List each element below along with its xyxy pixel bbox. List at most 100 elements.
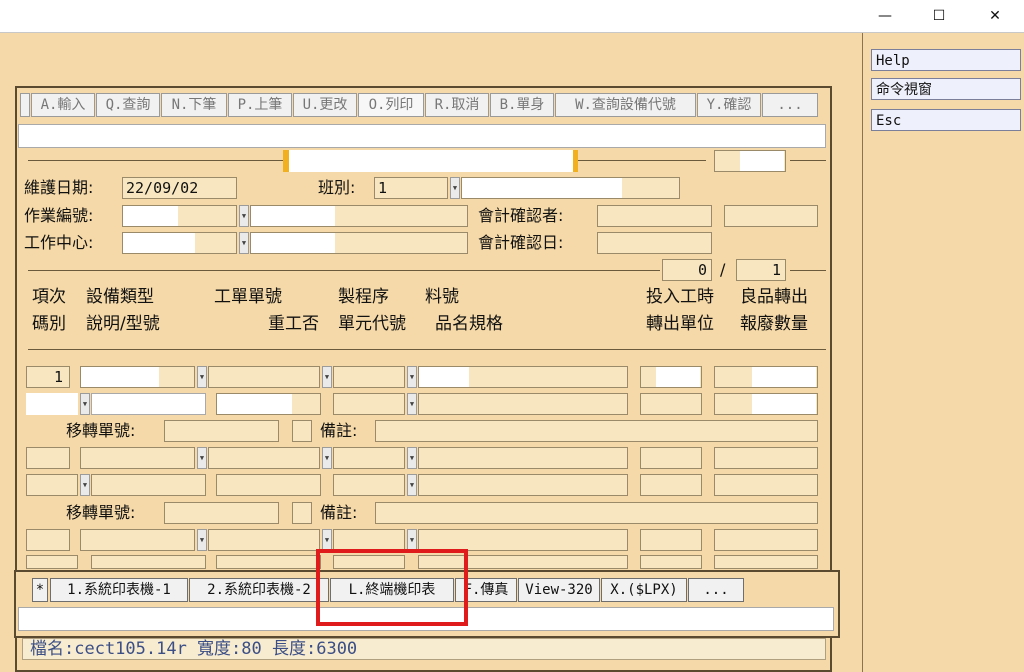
help-button[interactable]: Help <box>871 49 1021 71</box>
equip-type-dropdown-icon[interactable]: ▼ <box>197 366 207 388</box>
minimize-icon[interactable]: — <box>862 4 908 28</box>
work-order-input[interactable] <box>208 529 320 551</box>
work-order-input[interactable] <box>208 447 320 469</box>
shift-dropdown-icon[interactable]: ▼ <box>450 177 460 199</box>
unit-code-input[interactable] <box>333 474 405 496</box>
work-center-dropdown-icon[interactable]: ▼ <box>239 232 249 254</box>
process-dropdown-icon[interactable]: ▼ <box>407 366 417 388</box>
close-icon[interactable]: ✕ <box>972 4 1018 28</box>
shift-input[interactable]: 1 <box>374 177 448 199</box>
work-order-dropdown-icon[interactable]: ▼ <box>322 447 332 469</box>
rework-input[interactable] <box>216 555 321 569</box>
next-record-button[interactable]: N.下筆 <box>161 93 227 117</box>
divider-line <box>28 160 284 161</box>
cancel-button[interactable]: R.取消 <box>425 93 489 117</box>
query-button[interactable]: Q.查詢 <box>96 93 160 117</box>
update-button[interactable]: U.更改 <box>293 93 357 117</box>
process-input[interactable] <box>333 366 405 388</box>
system-printer-1-button[interactable]: 1.系統印表機-1 <box>50 578 188 602</box>
input-button[interactable]: A.輸入 <box>31 93 95 117</box>
acct-confirmer-input[interactable] <box>597 205 712 227</box>
process-dropdown-icon[interactable]: ▼ <box>407 529 417 551</box>
col-spec: 品名規格 <box>435 314 503 334</box>
code-dropdown-icon[interactable]: ▼ <box>80 393 90 415</box>
row-item-number[interactable] <box>26 529 70 551</box>
equip-type-dropdown-icon[interactable]: ▼ <box>197 529 207 551</box>
equip-type-dropdown-icon[interactable]: ▼ <box>197 447 207 469</box>
unit-code-dropdown-icon[interactable]: ▼ <box>407 474 417 496</box>
scrap-qty-input[interactable] <box>714 474 818 496</box>
header-title-field[interactable] <box>289 150 575 172</box>
process-input[interactable] <box>333 529 405 551</box>
transfer-flag[interactable] <box>292 420 312 442</box>
acct-confirm-date-input[interactable] <box>597 232 712 254</box>
code-input[interactable] <box>26 555 78 569</box>
title-bar: — ☐ ✕ <box>0 0 1024 33</box>
transfer-unit-input[interactable] <box>640 474 702 496</box>
row-item-number[interactable]: 1 <box>26 366 70 388</box>
desc-model-input[interactable] <box>91 555 206 569</box>
job-desc-value <box>251 206 335 226</box>
more-toolbar-button[interactable]: ... <box>762 93 818 117</box>
system-printer-2-button[interactable]: 2.系統印表機-2 <box>189 578 329 602</box>
highlight-box <box>316 549 468 626</box>
process-input[interactable] <box>333 447 405 469</box>
job-no-label: 作業編號: <box>24 206 94 225</box>
confirm-button[interactable]: Y.確認 <box>697 93 761 117</box>
body-button[interactable]: B.單身 <box>490 93 554 117</box>
good-transfer-input[interactable] <box>714 529 818 551</box>
col-item: 項次 <box>32 287 66 307</box>
code-dropdown-icon[interactable]: ▼ <box>80 474 90 496</box>
maint-date-input[interactable]: 22/09/02 <box>122 177 237 199</box>
col-part-no: 料號 <box>425 287 459 307</box>
divider-line <box>790 270 826 271</box>
part-no-input[interactable] <box>418 447 628 469</box>
col-unit-code: 單元代號 <box>338 314 406 334</box>
remark-input[interactable] <box>375 502 818 524</box>
row-item-number[interactable] <box>26 447 70 469</box>
transfer-flag[interactable] <box>292 502 312 524</box>
code-input[interactable] <box>26 393 78 415</box>
rework-input[interactable] <box>216 474 321 496</box>
equip-type-value <box>81 367 159 387</box>
process-dropdown-icon[interactable]: ▼ <box>407 447 417 469</box>
equip-type-input[interactable] <box>80 529 195 551</box>
more-print-options-button[interactable]: ... <box>688 578 744 602</box>
transfer-no-input[interactable] <box>164 502 279 524</box>
record-current: 0 <box>662 259 712 281</box>
good-transfer-input[interactable] <box>714 447 818 469</box>
divider-line <box>578 160 706 161</box>
part-no-value <box>419 367 469 387</box>
divider-line <box>790 160 826 161</box>
unit-code-input[interactable] <box>333 393 405 415</box>
prev-record-button[interactable]: P.上筆 <box>228 93 292 117</box>
remark-input[interactable] <box>375 420 818 442</box>
transfer-no-input[interactable] <box>164 420 279 442</box>
desc-model-input[interactable] <box>91 474 206 496</box>
print-select-all-button[interactable]: * <box>32 578 48 602</box>
input-hours-input[interactable] <box>640 529 702 551</box>
print-button[interactable]: O.列印 <box>358 93 424 117</box>
esc-button[interactable]: Esc <box>871 109 1021 131</box>
work-order-dropdown-icon[interactable]: ▼ <box>322 366 332 388</box>
scrap-qty-input[interactable] <box>714 555 818 569</box>
input-hours-value <box>656 367 700 387</box>
transfer-unit-input[interactable] <box>640 555 702 569</box>
part-no-input[interactable] <box>418 529 628 551</box>
maximize-icon[interactable]: ☐ <box>916 4 962 28</box>
view-button[interactable]: View-320 <box>518 578 600 602</box>
equipment-query-button[interactable]: W.查詢設備代號 <box>555 93 696 117</box>
code-input[interactable] <box>26 474 78 496</box>
equip-type-input[interactable] <box>80 447 195 469</box>
work-order-dropdown-icon[interactable]: ▼ <box>322 529 332 551</box>
input-hours-input[interactable] <box>640 447 702 469</box>
command-window-button[interactable]: 命令視窗 <box>871 78 1021 100</box>
desc-model-input[interactable] <box>91 393 206 415</box>
accent-right <box>573 150 578 172</box>
job-no-dropdown-icon[interactable]: ▼ <box>239 205 249 227</box>
col-transfer-unit: 轉出單位 <box>646 314 714 334</box>
transfer-unit-input[interactable] <box>640 393 702 415</box>
unit-code-dropdown-icon[interactable]: ▼ <box>407 393 417 415</box>
lpx-button[interactable]: X.($LPX) <box>601 578 687 602</box>
work-order-input[interactable] <box>208 366 320 388</box>
